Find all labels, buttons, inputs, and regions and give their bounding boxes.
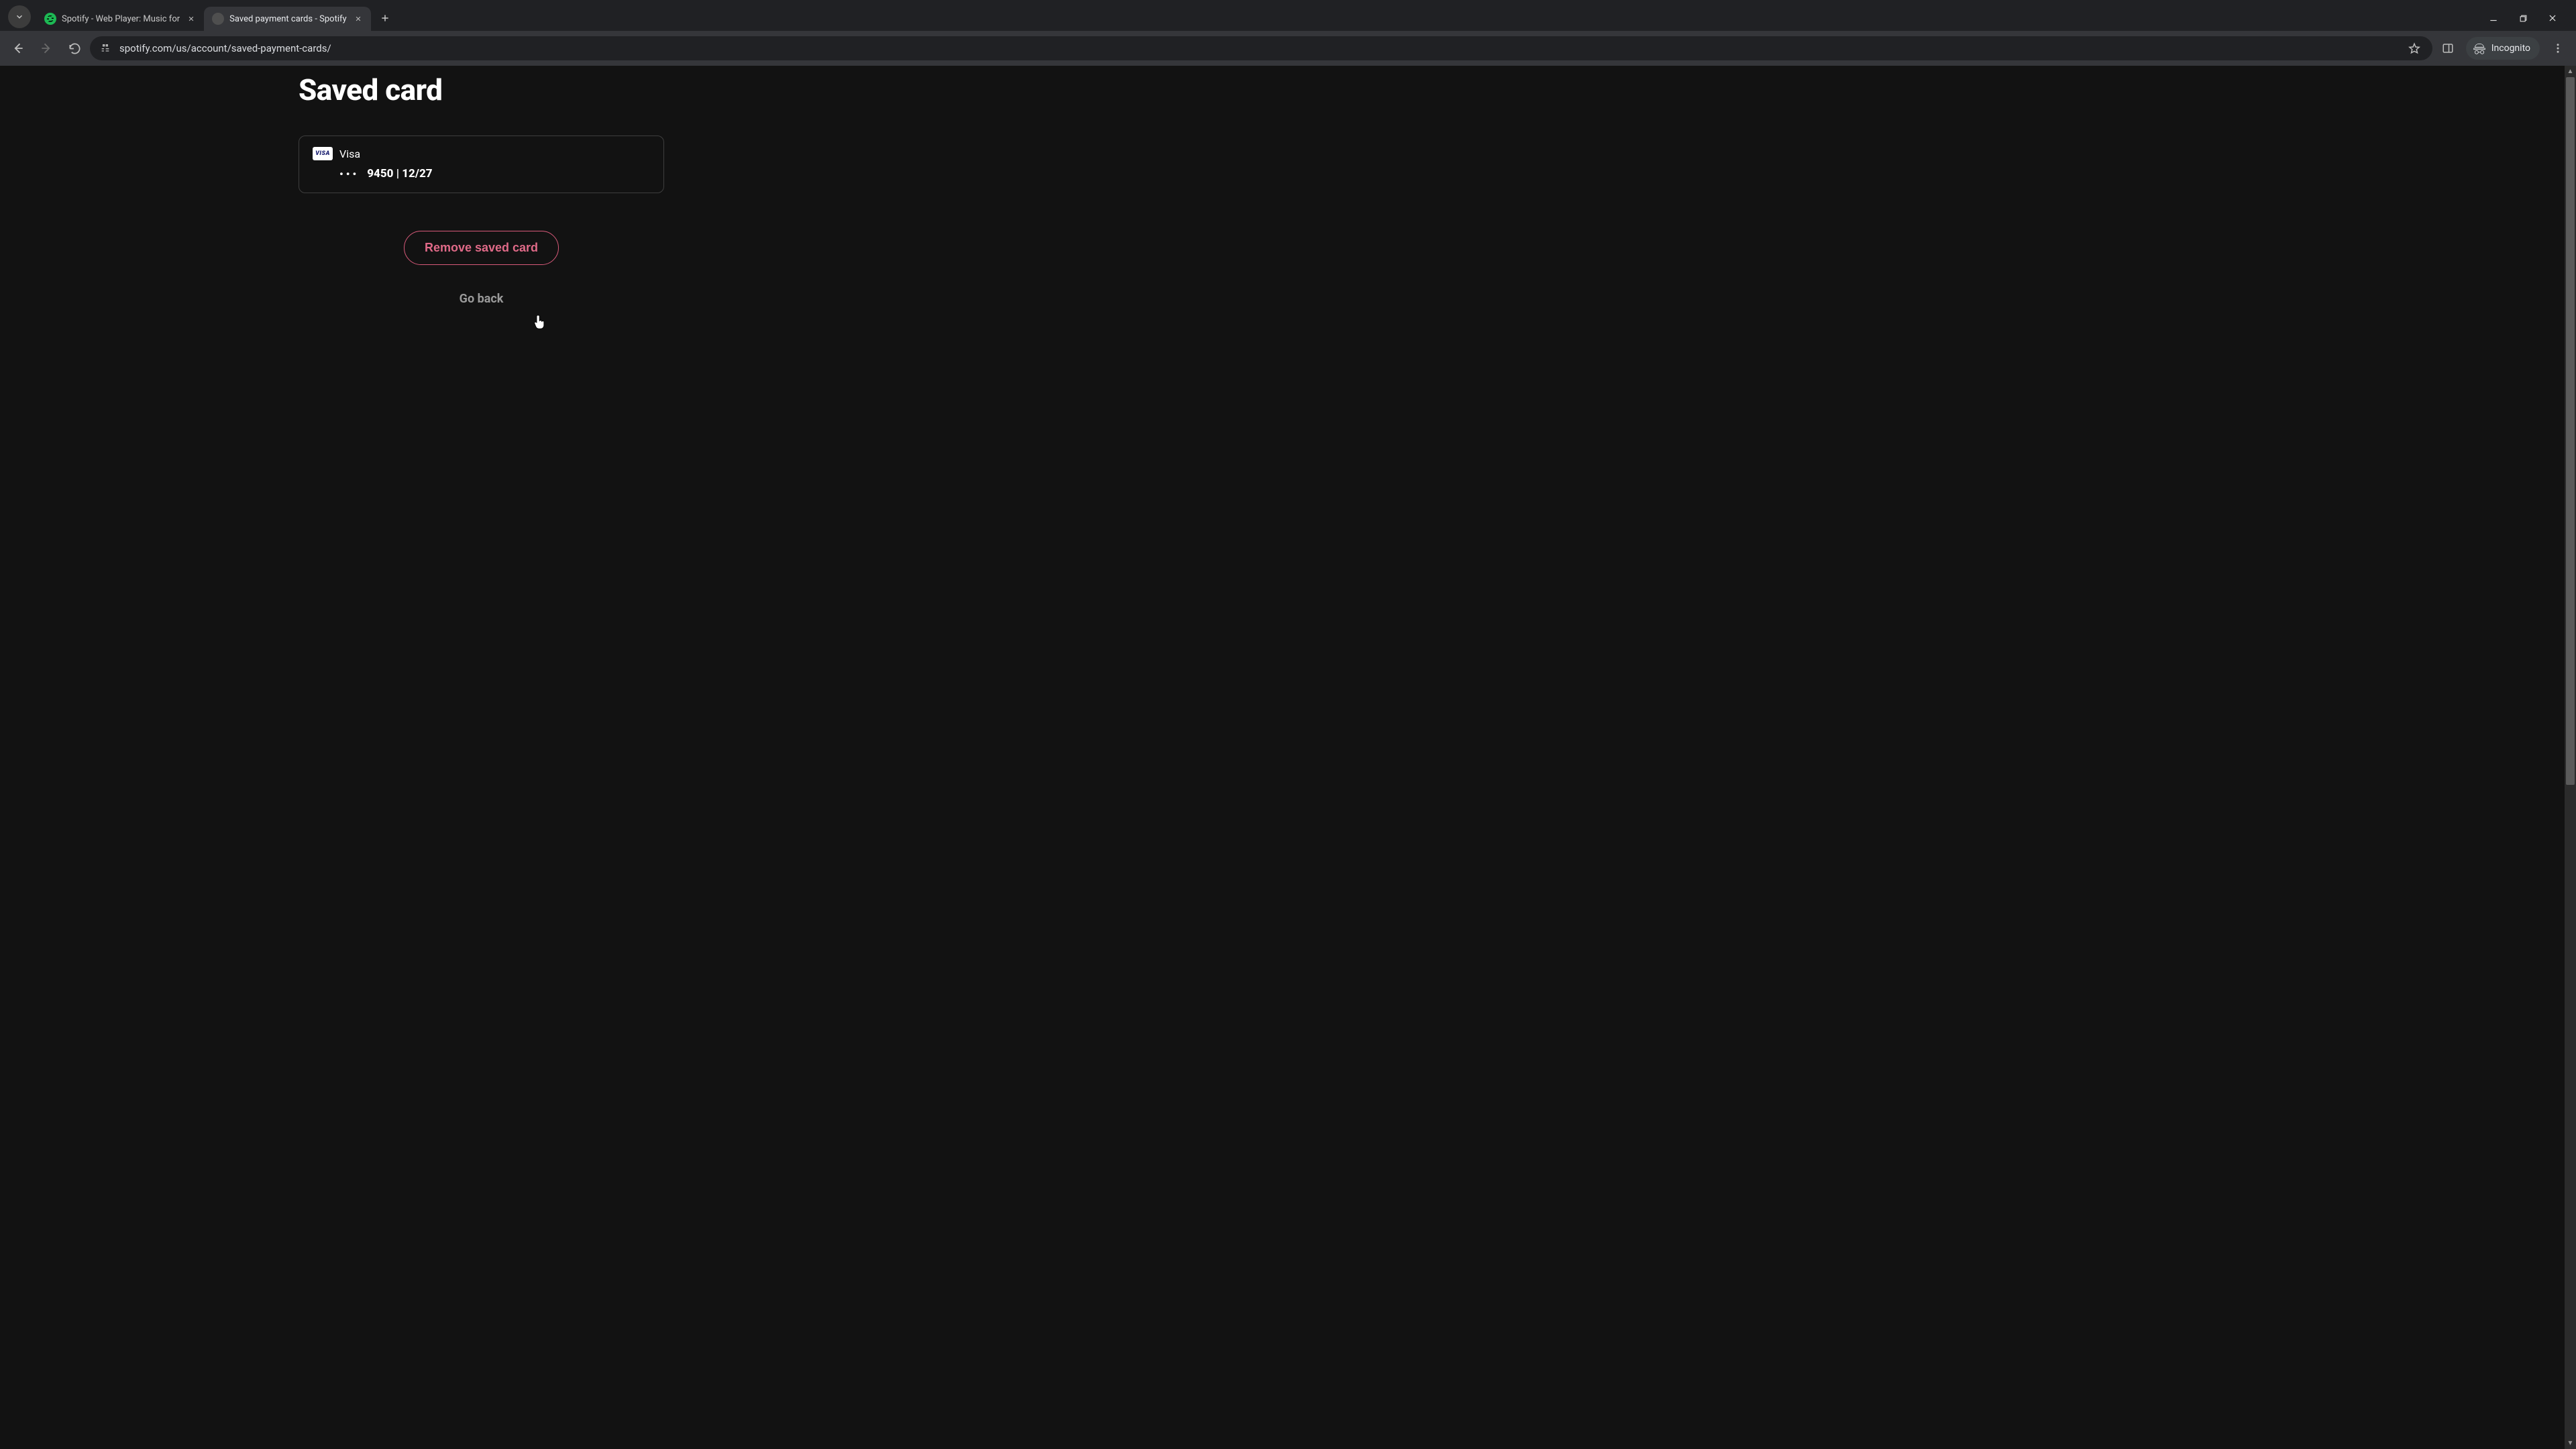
window-controls xyxy=(2487,12,2571,31)
incognito-indicator[interactable]: Incognito xyxy=(2466,37,2540,60)
card-last4-expiry: 9450 | 12/27 xyxy=(367,167,432,180)
minimize-button[interactable] xyxy=(2487,12,2500,24)
tab-title: Saved payment cards - Spotify xyxy=(229,14,347,24)
back-button[interactable] xyxy=(5,36,31,61)
side-panel-button[interactable] xyxy=(2435,36,2461,61)
maximize-button[interactable] xyxy=(2517,12,2529,24)
scrollbar[interactable]: ▲ ▼ xyxy=(2565,66,2576,1449)
reload-button[interactable] xyxy=(62,36,87,61)
remove-card-button[interactable]: Remove saved card xyxy=(404,231,559,265)
tab-spotify-webplayer[interactable]: Spotify - Web Player: Music for xyxy=(36,7,204,31)
spotify-icon xyxy=(212,13,224,25)
browser-window: Spotify - Web Player: Music for Saved pa… xyxy=(0,0,2576,1449)
card-brand-label: Visa xyxy=(339,148,360,160)
site-settings-icon[interactable] xyxy=(98,41,113,56)
forward-button[interactable] xyxy=(34,36,59,61)
go-back-link[interactable]: Go back xyxy=(460,292,504,306)
visa-badge-icon: VISA xyxy=(313,147,333,160)
bookmark-icon[interactable] xyxy=(2404,38,2424,58)
incognito-label: Incognito xyxy=(2491,43,2530,54)
scroll-thumb[interactable] xyxy=(2566,77,2575,785)
masked-dots: ••• xyxy=(339,168,359,180)
spotify-icon xyxy=(44,13,56,25)
scroll-up-icon[interactable]: ▲ xyxy=(2565,66,2576,77)
scroll-down-icon[interactable]: ▼ xyxy=(2565,1438,2576,1449)
address-bar[interactable]: spotify.com/us/account/saved-payment-car… xyxy=(90,36,2432,60)
close-icon[interactable] xyxy=(352,13,364,25)
new-tab-button[interactable] xyxy=(375,8,395,28)
browser-toolbar: spotify.com/us/account/saved-payment-car… xyxy=(0,31,2576,66)
incognito-icon xyxy=(2473,42,2486,55)
page-scroll[interactable]: Saved card VISA Visa ••• 9450 | 12/27 Re… xyxy=(0,66,2576,1449)
tab-saved-payment-cards[interactable]: Saved payment cards - Spotify xyxy=(204,7,371,31)
scroll-track[interactable] xyxy=(2565,77,2576,1438)
url-text: spotify.com/us/account/saved-payment-car… xyxy=(119,42,331,54)
saved-card-box: VISA Visa ••• 9450 | 12/27 xyxy=(299,136,664,193)
page-viewport: Saved card VISA Visa ••• 9450 | 12/27 Re… xyxy=(0,66,2576,1449)
page-content: Saved card VISA Visa ••• 9450 | 12/27 Re… xyxy=(0,66,2576,306)
close-window-button[interactable] xyxy=(2546,12,2559,24)
close-icon[interactable] xyxy=(185,13,197,25)
tab-strip: Spotify - Web Player: Music for Saved pa… xyxy=(0,0,2576,31)
page-title: Saved card xyxy=(299,72,671,107)
browser-menu-button[interactable] xyxy=(2545,36,2571,61)
tab-search-button[interactable] xyxy=(8,5,31,28)
tab-title: Spotify - Web Player: Music for xyxy=(62,14,180,24)
